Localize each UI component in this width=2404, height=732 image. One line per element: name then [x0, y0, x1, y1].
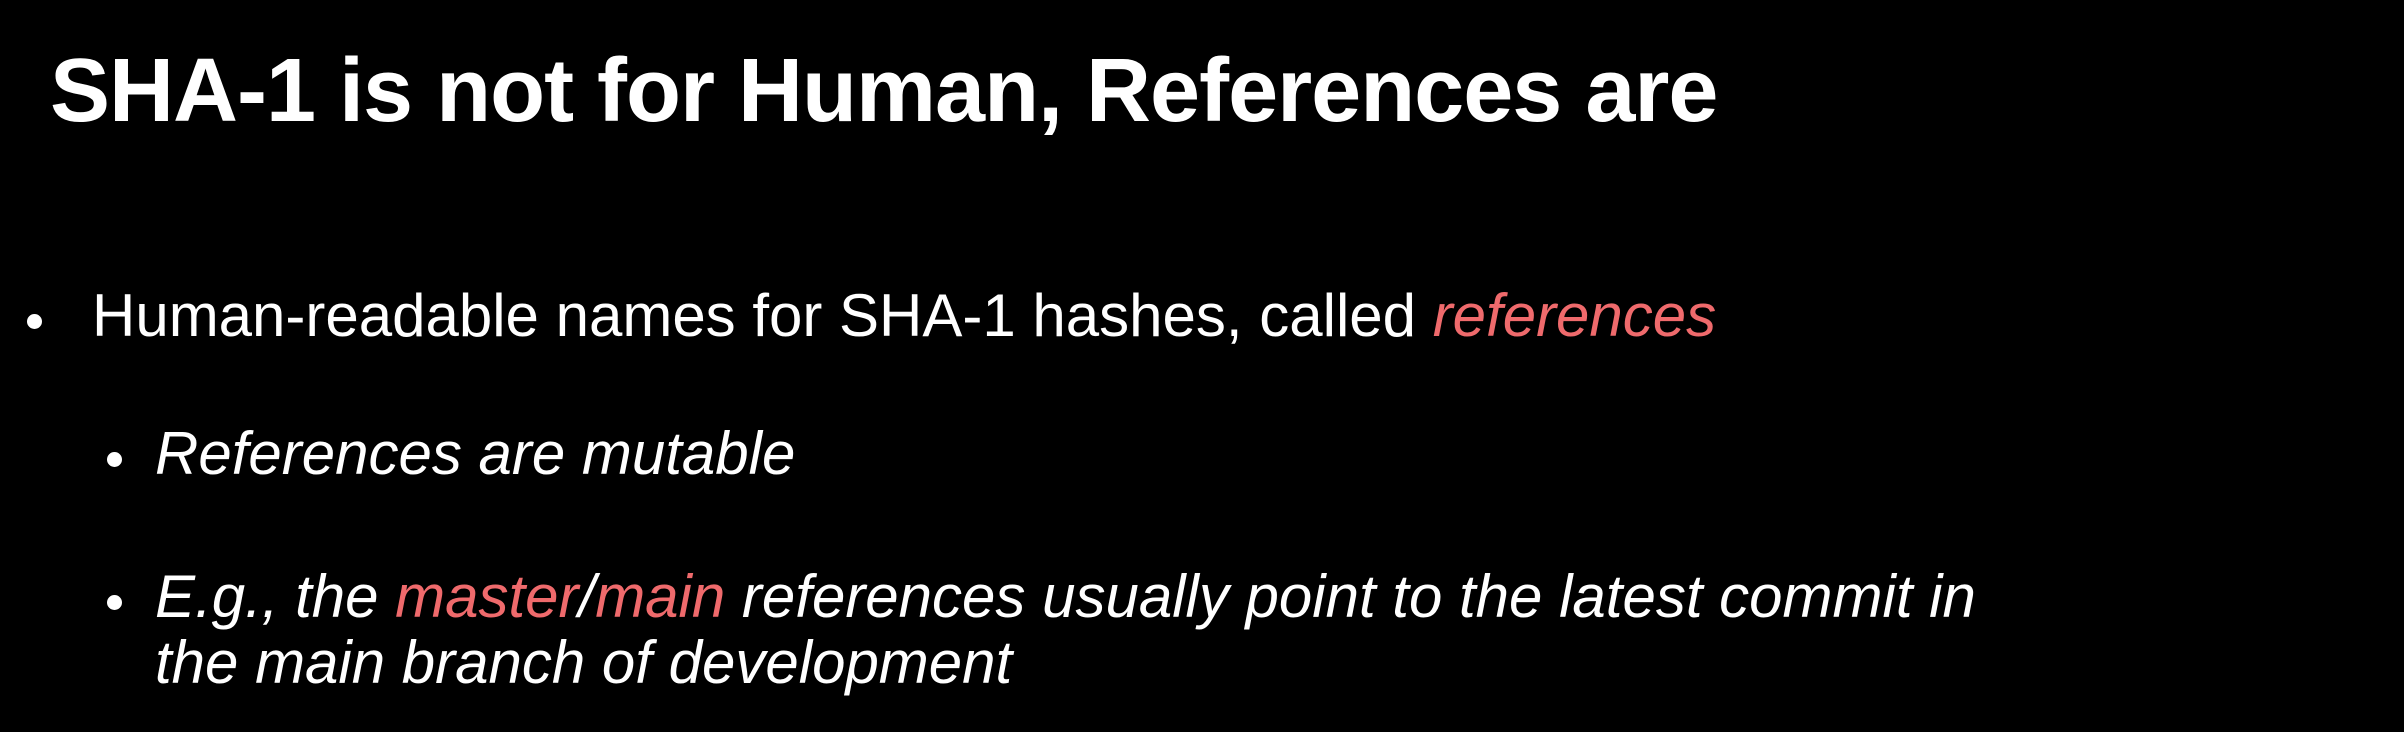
sub-bullet-rest: references usually point to the latest c… — [725, 563, 1976, 630]
sub-bullet-prefix: E.g., the — [155, 563, 396, 630]
highlight-references: references — [1432, 282, 1717, 349]
bullet-text: Human-readable names for SHA-1 hashes, c… — [92, 282, 1433, 349]
bullet-dot-icon — [27, 314, 42, 329]
sub-bullet-item-2: E.g., the master/main references usually… — [107, 564, 1976, 696]
highlight-master: master — [395, 563, 579, 630]
bullet-dot-icon — [107, 452, 122, 467]
bullet-dot-icon — [107, 595, 122, 610]
sub-bullet-line-1: E.g., the master/main references usually… — [155, 564, 1976, 630]
sub-bullet-item-1: References are mutable — [107, 418, 796, 490]
bullet-item-1: Human-readable names for SHA-1 hashes, c… — [27, 280, 1717, 352]
slide: SHA-1 is not for Human, References are H… — [0, 0, 2404, 732]
sub-bullet-line-2: the main branch of development — [155, 629, 1013, 696]
separator-slash: / — [578, 563, 596, 630]
sub-bullet-text: References are mutable — [155, 420, 796, 487]
highlight-main: main — [595, 563, 726, 630]
slide-title: SHA-1 is not for Human, References are — [50, 41, 1718, 141]
